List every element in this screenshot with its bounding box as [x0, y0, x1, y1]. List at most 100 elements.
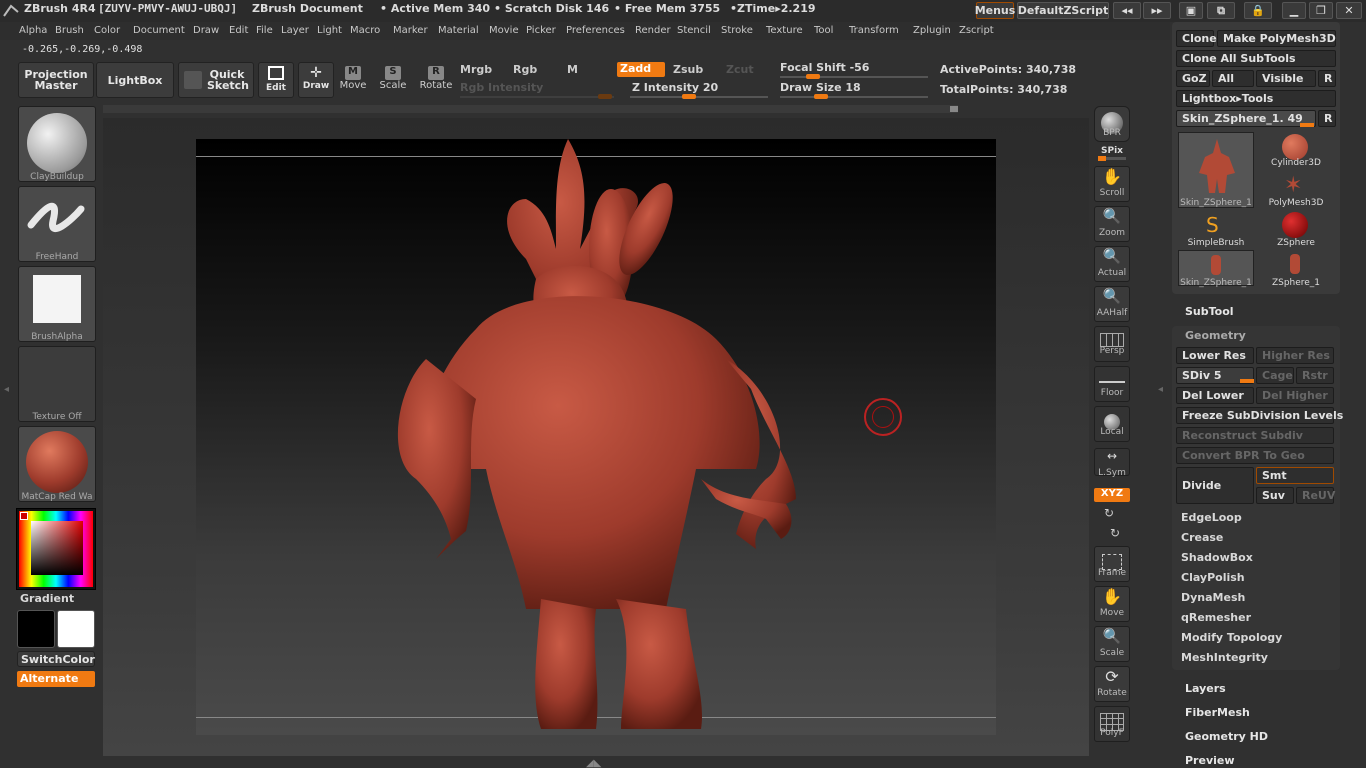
- menu-stencil[interactable]: Stencil: [677, 25, 711, 36]
- all-button[interactable]: All: [1212, 70, 1254, 87]
- nav-back-icon[interactable]: ◂◂: [1113, 2, 1141, 19]
- edgeloop-item[interactable]: EdgeLoop: [1181, 511, 1242, 524]
- persp-button[interactable]: [1094, 326, 1130, 362]
- menu-render[interactable]: Render: [635, 25, 671, 36]
- r-button[interactable]: R: [1318, 70, 1336, 87]
- menu-picker[interactable]: Picker: [526, 25, 556, 36]
- maximize-icon[interactable]: ❐: [1309, 2, 1333, 19]
- smt-button[interactable]: Smt: [1256, 467, 1334, 484]
- menu-marker[interactable]: Marker: [393, 25, 428, 36]
- fibermesh-header[interactable]: FiberMesh: [1185, 706, 1250, 719]
- menu-macro[interactable]: Macro: [350, 25, 380, 36]
- del-lower-button[interactable]: Del Lower: [1176, 387, 1254, 404]
- menu-material[interactable]: Material: [438, 25, 479, 36]
- geometry-hd-header[interactable]: Geometry HD: [1185, 730, 1268, 743]
- zsub-button[interactable]: Zsub: [673, 63, 703, 76]
- geometry-header[interactable]: Geometry: [1185, 329, 1246, 342]
- spix-slider[interactable]: [1098, 156, 1126, 161]
- current-tool-slider[interactable]: Skin_ZSphere_1. 49: [1176, 110, 1316, 127]
- mrgb-button[interactable]: Mrgb: [460, 63, 492, 76]
- rgb-button[interactable]: Rgb: [513, 63, 537, 76]
- make-polymesh-button[interactable]: Make PolyMesh3D: [1217, 30, 1336, 47]
- menu-light[interactable]: Light: [317, 25, 342, 36]
- reuv-button[interactable]: ReUV: [1296, 487, 1335, 504]
- nav-forward-icon[interactable]: ▸▸: [1143, 2, 1171, 19]
- lightbox-tools-button[interactable]: Lightbox▸Tools: [1176, 90, 1336, 107]
- menu-document[interactable]: Document: [133, 25, 185, 36]
- preview-header[interactable]: Preview: [1185, 754, 1235, 767]
- del-higher-button[interactable]: Del Higher: [1256, 387, 1334, 404]
- zcut-button[interactable]: Zcut: [726, 63, 754, 76]
- right-tray-toggle-icon[interactable]: ◂: [1158, 384, 1163, 395]
- rotate-button[interactable]: R Rotate: [418, 64, 454, 96]
- rotate-y-icon[interactable]: ↻: [1104, 506, 1114, 520]
- cage-button[interactable]: Cage: [1256, 367, 1294, 384]
- rotate-z-icon[interactable]: ↻: [1110, 526, 1120, 540]
- convert-bpr-button[interactable]: Convert BPR To Geo: [1176, 447, 1334, 464]
- menu-alpha[interactable]: Alpha: [19, 25, 47, 36]
- brush-thumbnail[interactable]: [18, 106, 96, 182]
- sculpt-model[interactable]: [196, 139, 996, 735]
- clone-all-subtools-button[interactable]: Clone All SubTools: [1176, 50, 1336, 67]
- m-button[interactable]: M: [567, 63, 578, 76]
- xyz-button[interactable]: XYZ: [1094, 488, 1130, 502]
- current-tool-knob[interactable]: [1300, 123, 1314, 127]
- draw-size-knob[interactable]: [814, 94, 828, 99]
- menu-stroke[interactable]: Stroke: [721, 25, 753, 36]
- menu-movie[interactable]: Movie: [489, 25, 519, 36]
- lock-icon[interactable]: 🔒: [1244, 2, 1272, 19]
- menu-tool[interactable]: Tool: [814, 25, 833, 36]
- edit-button[interactable]: Edit: [258, 62, 294, 98]
- menu-transform[interactable]: Transform: [849, 25, 899, 36]
- minimize-icon[interactable]: ▁: [1282, 2, 1306, 19]
- texture-thumbnail[interactable]: [18, 346, 96, 422]
- z-intensity-knob[interactable]: [682, 94, 696, 99]
- menu-edit[interactable]: Edit: [229, 25, 248, 36]
- visible-button[interactable]: Visible: [1256, 70, 1316, 87]
- cylinder3d-icon[interactable]: [1282, 134, 1308, 160]
- shadowbox-item[interactable]: ShadowBox: [1181, 551, 1253, 564]
- simplebrush-icon[interactable]: S: [1206, 213, 1219, 237]
- menu-file[interactable]: File: [256, 25, 273, 36]
- layers-header[interactable]: Layers: [1185, 682, 1226, 695]
- focal-shift-slider[interactable]: Focal Shift -56: [780, 61, 869, 74]
- left-tray-toggle-icon[interactable]: ◂: [4, 384, 9, 395]
- tool-tile-skin-zsphere[interactable]: [1178, 132, 1254, 208]
- menu-brush[interactable]: Brush: [55, 25, 84, 36]
- scale-button[interactable]: S Scale: [378, 64, 408, 96]
- qremesher-item[interactable]: qRemesher: [1181, 611, 1251, 624]
- suv-button[interactable]: Suv: [1256, 487, 1294, 504]
- draw-button[interactable]: ✛ Draw: [298, 62, 334, 98]
- stroke-thumbnail[interactable]: [18, 186, 96, 262]
- bottom-tray-toggle-icon[interactable]: ◢◣: [586, 758, 601, 768]
- menus-button[interactable]: Menus: [975, 2, 1015, 19]
- higher-res-button[interactable]: Higher Res: [1256, 347, 1334, 364]
- color-picker[interactable]: [16, 508, 96, 590]
- z-intensity-slider[interactable]: Z Intensity 20: [632, 81, 718, 94]
- secondary-color-swatch[interactable]: [17, 610, 55, 648]
- layout2-icon[interactable]: ⧉: [1207, 2, 1235, 19]
- dynamesh-item[interactable]: DynaMesh: [1181, 591, 1245, 604]
- rgb-intensity-knob[interactable]: [598, 94, 612, 99]
- divide-button[interactable]: Divide: [1176, 467, 1254, 504]
- scroll-handle[interactable]: [950, 106, 958, 112]
- menu-zplugin[interactable]: Zplugin: [913, 25, 951, 36]
- reconstruct-subdiv-button[interactable]: Reconstruct Subdiv: [1176, 427, 1334, 444]
- menu-layer[interactable]: Layer: [281, 25, 309, 36]
- default-zscript-button[interactable]: DefaultZScript: [1017, 2, 1109, 19]
- subtool-header[interactable]: SubTool: [1185, 305, 1234, 318]
- modify-topology-item[interactable]: Modify Topology: [1181, 631, 1282, 644]
- alternate-button[interactable]: Alternate: [17, 671, 95, 687]
- zsphere-icon[interactable]: [1282, 212, 1308, 238]
- close-icon[interactable]: ✕: [1336, 2, 1362, 19]
- menu-texture[interactable]: Texture: [766, 25, 803, 36]
- horizontal-scrollbar[interactable]: [103, 105, 958, 113]
- saturation-square[interactable]: [31, 521, 83, 575]
- tool-r-button[interactable]: R: [1318, 110, 1336, 127]
- lower-res-button[interactable]: Lower Res: [1176, 347, 1254, 364]
- menu-color[interactable]: Color: [94, 25, 120, 36]
- crease-item[interactable]: Crease: [1181, 531, 1223, 544]
- main-color-swatch[interactable]: [57, 610, 95, 648]
- rstr-button[interactable]: Rstr: [1296, 367, 1334, 384]
- goz-button[interactable]: GoZ: [1176, 70, 1210, 87]
